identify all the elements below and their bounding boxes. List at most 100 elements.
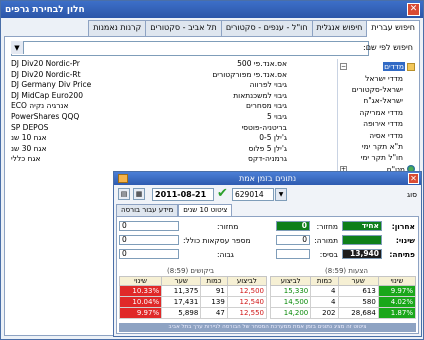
minus-icon[interactable]: −	[340, 63, 347, 70]
list-item[interactable]: DJ Div20 Nordic-Pr אס.אנד.פי 500	[11, 59, 287, 70]
bid-qty: 5,898	[161, 307, 202, 319]
chevron-down-icon[interactable]: ▼	[275, 188, 287, 201]
list-item[interactable]: אגח 30 שנ ג'ילן 5 פלוס	[11, 144, 287, 155]
tree-node[interactable]: חו"ל תקר ימי	[338, 152, 415, 163]
bid-row[interactable]: 10.33% 11,375 91 12,500	[118, 285, 268, 297]
print-icon[interactable]: ▤	[118, 188, 130, 200]
list-item-right: גיבוי מסחרים	[246, 101, 287, 111]
folder-icon	[118, 174, 128, 183]
tree-node[interactable]: מדדי אסיה	[338, 129, 415, 140]
base-label: בסיס:	[319, 250, 338, 259]
list-item-right: גרמניה-דקס	[248, 154, 287, 164]
symbol-list[interactable]: DJ Div20 Nordic-Pr אס.אנד.פי 500 DJ Div20 …	[11, 59, 287, 165]
date-field[interactable]: 2011-08-21	[152, 188, 214, 201]
folder-icon	[407, 62, 415, 71]
turnover-label: מחזור:	[316, 222, 338, 231]
search-input[interactable]	[11, 41, 369, 56]
security-type-label: סוג	[406, 190, 417, 199]
tab-exchange-info[interactable]: מידע עבור בורסה	[116, 204, 179, 216]
volume-label: מחזור:	[217, 222, 239, 231]
list-item-left: אגח 10 שנ	[11, 133, 47, 143]
dialog-tabs: מידע עבור בורסה ציטוט 10 שנים	[116, 204, 233, 216]
list-item[interactable]: DJ Div20 Nordic-Rt אס.אנד.פי מפורקטורים	[11, 70, 287, 81]
open-value: 13,940	[342, 249, 382, 259]
tree-node[interactable]: ישראל-סקטורים	[338, 84, 415, 95]
bid-count: 47	[200, 307, 228, 319]
ask-qty: 613	[337, 285, 379, 297]
title-bar: חלון לבחירת גרפים ✕	[1, 1, 423, 18]
ask-count: 4	[310, 296, 339, 308]
check-icon[interactable]: ✔	[217, 186, 228, 201]
tab-quote[interactable]: ציטוט 10 שנים	[178, 204, 233, 216]
deals-count-label: מספר עסקאות כולל:	[183, 236, 251, 245]
open-label: פתיחה:	[389, 250, 415, 259]
bid-change: 9.97%	[118, 307, 163, 319]
tree-node-label: ת"א תקר ימי	[361, 141, 403, 151]
list-item[interactable]: אגח כללי גרמניה-דקס	[11, 154, 287, 165]
bid-row[interactable]: 10.04% 17,431 139 12,540	[118, 296, 268, 308]
list-item[interactable]: SP DEPOS בריטניה-פוטסי	[11, 123, 287, 134]
ask-count: 4	[310, 285, 339, 297]
tree-node[interactable]: ישראל-אג"ח	[338, 95, 415, 106]
list-item-left: DJ Div20 Nordic-Pr	[11, 59, 80, 68]
list-item-right: אס.אנד.פי 500	[237, 59, 287, 68]
bid-row[interactable]: 9.97% 5,898 47 12,550	[118, 307, 268, 319]
last-value: אחיד	[342, 221, 382, 231]
bid-price: 12,550	[226, 307, 268, 319]
tab-strip: חיפוש עברית חיפוש אנגלית חו"ל - ענפים - …	[6, 20, 420, 37]
col-count: כמות	[200, 276, 228, 286]
list-item[interactable]: DJ Germany Div Price גיבוי לפרווה	[11, 80, 287, 91]
tab-hebrew-search[interactable]: חיפוש עברית	[366, 20, 420, 37]
tab-abroad-sectors[interactable]: חו"ל - ענפים - סקטורים	[220, 20, 313, 36]
ask-price: 14,200	[269, 307, 312, 319]
tree-node[interactable]: מדדי אירופה	[338, 118, 415, 129]
ask-row[interactable]: 14,200 202 28,684 1.87%	[269, 307, 417, 319]
realtime-dialog: נתונים בזמן אמת ✕ ▤ ▦ 2011-08-21 ✔ 62901…	[113, 171, 422, 337]
tree-node[interactable]: ת"א תקר ימי	[338, 141, 415, 152]
export-icon[interactable]: ▦	[133, 188, 145, 200]
close-icon[interactable]: ✕	[407, 3, 420, 16]
bid-count: 91	[200, 285, 228, 297]
tree-node[interactable]: מדדי ישראל	[338, 72, 415, 83]
list-item[interactable]: PowerShares QQQ גיבוי 5	[11, 112, 287, 123]
tree-node[interactable]: מדדי אמריקה	[338, 107, 415, 118]
ask-price: 15,330	[269, 285, 312, 297]
tree-node[interactable]: מדדים −	[338, 61, 415, 72]
bid-change: 10.33%	[118, 285, 163, 297]
ask-row[interactable]: 15,330 4 613 9.97%	[269, 285, 417, 297]
tab-tlv-sectors[interactable]: תל אביב - סקטורים	[145, 20, 222, 36]
bids-header-row: שינוי שער כמות לביצוע	[118, 276, 268, 286]
tree-node-label: מדדי אסיה	[369, 130, 403, 140]
list-item-left: DJ MidCap Euro200	[11, 90, 83, 100]
tree-node-label: מדדים	[383, 62, 405, 72]
list-item-left: DJ Div20 Nordic-Rt	[11, 69, 81, 79]
security-id-input[interactable]: 629014	[232, 188, 274, 201]
proceeds-value: 0	[276, 235, 310, 245]
list-item-left: DJ Germany Div Price	[11, 80, 92, 90]
dialog-toolbar: ▤ ▦ 2011-08-21 ✔ 629014 ▼ סוג	[114, 186, 421, 202]
list-item-right: ג'ילן 0-5	[259, 133, 287, 143]
bid-price: 12,540	[226, 296, 268, 308]
asks-table: לביצוע כמות שער שינוי 15,330 4 613 9.97% 14,…	[269, 276, 417, 319]
list-item[interactable]: DJ MidCap Euro200 גיבוי למשכנתאות	[11, 91, 287, 102]
list-item[interactable]: ECO אנרגיה נקיה גיבוי מסחרים	[11, 101, 287, 112]
tree-node-label: חו"ל תקר ימי	[360, 153, 403, 163]
tree-node-label: מדדי אמריקה	[359, 107, 403, 117]
tab-mutual-funds[interactable]: קרנות נאמנות	[88, 20, 147, 36]
tab-english-search[interactable]: חיפוש אנגלית	[311, 20, 368, 36]
tree-node-label: ישראל-סקטורים	[351, 84, 403, 94]
chevron-down-icon[interactable]: ▼	[11, 41, 24, 54]
ask-change: 4.02%	[377, 296, 417, 308]
list-item-left: ECO אנרגיה נקיה	[11, 101, 69, 111]
close-icon[interactable]: ✕	[408, 173, 419, 184]
ask-row[interactable]: 14,500 4 580 4.02%	[269, 296, 417, 308]
col-change: שינוי	[377, 276, 417, 286]
ask-qty: 28,684	[337, 307, 379, 319]
tree-node-label: מדדי אירופה	[363, 119, 403, 129]
list-item[interactable]: אגח 10 שנ ג'ילן 0-5	[11, 133, 287, 144]
asks-header: הצעות (8:59)	[324, 267, 368, 275]
ask-change: 1.87%	[377, 307, 417, 319]
turnover-value: 0	[276, 221, 310, 231]
bid-change: 10.04%	[118, 296, 163, 308]
list-item-right: גיבוי לפרווה	[249, 80, 287, 90]
